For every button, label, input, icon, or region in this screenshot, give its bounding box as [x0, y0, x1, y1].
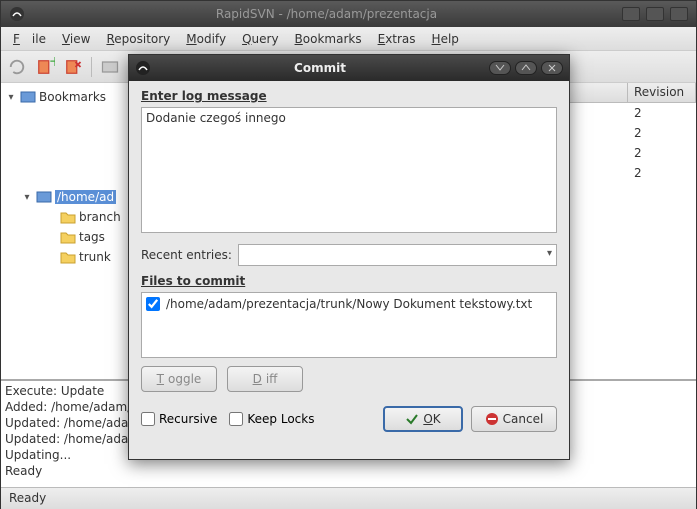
bookmarks-icon — [20, 90, 36, 104]
minimize-icon[interactable] — [622, 7, 640, 21]
tree-item-label: branch — [79, 210, 121, 224]
recent-entries-label: Recent entries: — [141, 248, 232, 262]
chevron-down-icon: ▾ — [547, 248, 552, 259]
files-list[interactable]: /home/adam/prezentacja/trunk/Nowy Dokume… — [141, 292, 557, 358]
col-revision[interactable]: Revision — [628, 83, 696, 102]
recent-entries-select[interactable]: ▾ — [238, 244, 557, 266]
files-to-commit-label: Files to commit — [141, 274, 557, 288]
folder-icon — [60, 250, 76, 264]
tree-item-label: trunk — [79, 250, 111, 264]
refresh-icon[interactable] — [7, 57, 27, 77]
statusbar: Ready — [1, 487, 696, 509]
recursive-checkbox-group[interactable]: Recursive — [141, 412, 217, 426]
diff-button[interactable]: Diff — [227, 366, 303, 392]
file-path: /home/adam/prezentacja/trunk/Nowy Dokume… — [166, 297, 532, 311]
status-text: Ready — [9, 491, 46, 505]
menu-bookmarks[interactable]: Bookmarks — [289, 30, 368, 48]
ok-icon — [405, 412, 419, 426]
tool-icon[interactable] — [100, 57, 120, 77]
toggle-button[interactable]: Toggle — [141, 366, 217, 392]
folder-icon — [60, 230, 76, 244]
tree-item-label: /home/ad — [55, 190, 116, 204]
menu-extras[interactable]: Extras — [372, 30, 422, 48]
folder-icon — [60, 210, 76, 224]
expand-icon[interactable]: ▾ — [5, 92, 17, 103]
tree-root-label: Bookmarks — [39, 90, 106, 104]
svg-text:+: + — [49, 57, 55, 70]
log-message-label: Enter log message — [141, 89, 557, 103]
tree-item-label: tags — [79, 230, 105, 244]
remove-bookmark-icon[interactable] — [63, 57, 83, 77]
dialog-titlebar[interactable]: Commit — [129, 55, 569, 81]
add-bookmark-icon[interactable]: + — [35, 57, 55, 77]
recursive-label: Recursive — [159, 412, 217, 426]
recursive-checkbox[interactable] — [141, 412, 155, 426]
bookmark-icon — [36, 190, 52, 204]
maximize-icon[interactable] — [646, 7, 664, 21]
up-icon[interactable] — [515, 61, 537, 75]
menubar: File View Repository Modify Query Bookma… — [1, 27, 696, 51]
file-row[interactable]: /home/adam/prezentacja/trunk/Nowy Dokume… — [146, 297, 552, 311]
close-icon[interactable] — [670, 7, 688, 21]
cancel-icon — [485, 412, 499, 426]
app-icon — [9, 6, 25, 22]
close-icon[interactable] — [541, 61, 563, 75]
shade-icon[interactable] — [489, 61, 511, 75]
menu-help[interactable]: Help — [426, 30, 465, 48]
main-title: RapidSVN - /home/adam/prezentacja — [31, 7, 622, 21]
dialog-title: Commit — [151, 61, 489, 75]
cancel-button[interactable]: Cancel — [471, 406, 557, 432]
menu-modify[interactable]: Modify — [180, 30, 232, 48]
menu-file[interactable]: File — [7, 30, 52, 48]
keep-locks-checkbox[interactable] — [229, 412, 243, 426]
menu-view[interactable]: View — [56, 30, 96, 48]
keep-locks-label: Keep Locks — [247, 412, 314, 426]
keep-locks-checkbox-group[interactable]: Keep Locks — [229, 412, 314, 426]
log-message-input[interactable] — [141, 107, 557, 233]
file-checkbox[interactable] — [146, 297, 160, 311]
menu-repository[interactable]: Repository — [100, 30, 176, 48]
commit-dialog: Commit Enter log message Recent entries:… — [128, 54, 570, 460]
ok-button[interactable]: OK — [383, 406, 463, 432]
expand-icon[interactable]: ▾ — [21, 192, 33, 203]
menu-query[interactable]: Query — [236, 30, 284, 48]
log-line: Ready — [5, 463, 692, 479]
app-icon — [135, 60, 151, 76]
main-titlebar[interactable]: RapidSVN - /home/adam/prezentacja — [1, 1, 696, 27]
